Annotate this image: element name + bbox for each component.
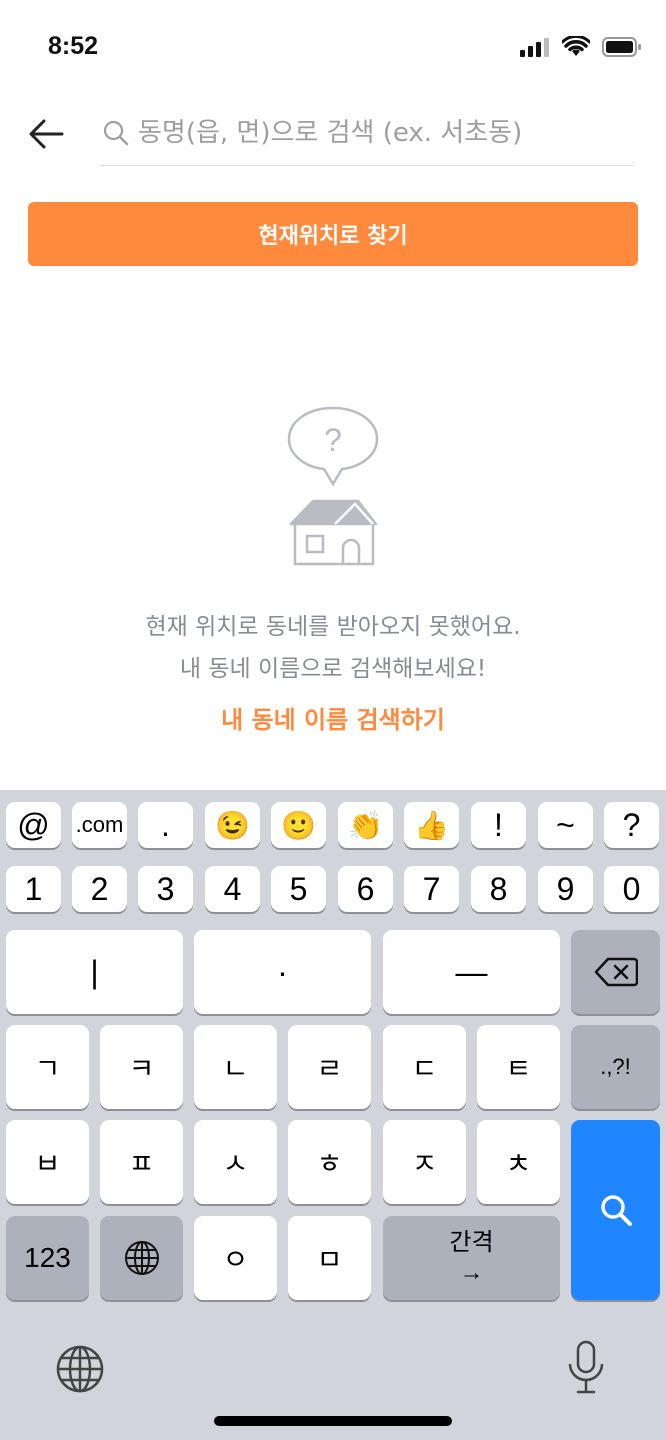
key-2[interactable]: 2 [72,866,127,912]
empty-state-line-2: 내 동네 이름으로 검색해보세요! [179,656,487,682]
search-key[interactable] [571,1120,660,1300]
back-button[interactable] [22,110,70,158]
key-vertical-bar[interactable]: | [6,930,183,1014]
globe-icon[interactable] [55,1344,105,1394]
house-question-icon: ? [287,406,379,566]
key-dot-com[interactable]: .com [72,802,127,848]
space-key[interactable]: 간격 → [383,1216,560,1300]
backspace-key[interactable] [571,930,660,1014]
key-smile-emoji[interactable]: 🙂 [271,802,326,848]
svg-text:?: ? [324,422,342,458]
key-3[interactable]: 3 [138,866,193,912]
key-wink-emoji[interactable]: 😉 [205,802,260,848]
key-tieut[interactable]: ㅌ [477,1025,560,1109]
space-key-arrow: → [459,1259,484,1286]
arrow-left-icon [29,119,64,149]
key-period[interactable]: . [138,802,193,848]
key-hieut[interactable]: ㅎ [288,1120,371,1204]
search-field[interactable] [100,100,634,166]
search-icon [600,1195,632,1226]
key-siot[interactable]: ㅅ [194,1120,277,1204]
cellular-signal-icon [520,38,549,57]
key-ieung[interactable]: ㅇ [194,1216,277,1300]
key-0[interactable]: 0 [604,866,659,912]
space-key-label: 간격 [449,1229,494,1256]
search-input[interactable] [138,117,634,148]
backspace-icon [594,957,638,987]
key-8[interactable]: 8 [471,866,526,912]
wifi-icon [562,36,590,56]
status-bar: 8:52 [0,0,666,96]
key-clap-emoji[interactable]: 👏 [338,802,393,848]
key-4[interactable]: 4 [205,866,260,912]
key-thumbs-up-emoji[interactable]: 👍 [404,802,459,848]
key-pieup[interactable]: ㅍ [100,1120,183,1204]
key-punctuation[interactable]: .,?! [571,1025,660,1109]
current-location-button[interactable]: 현재위치로 찾기 [28,202,638,266]
key-nieun[interactable]: ㄴ [194,1025,277,1109]
key-mieum[interactable]: ㅁ [288,1216,371,1300]
key-7[interactable]: 7 [404,866,459,912]
status-icons [520,36,642,58]
language-key[interactable] [100,1216,183,1300]
empty-state-message: 현재 위치로 동네를 받아오지 못했어요. 내 동네 이름으로 검색해보세요! [0,606,666,690]
key-bieup[interactable]: ㅂ [6,1120,89,1204]
home-indicator [214,1416,452,1426]
key-middle-dot[interactable]: · [194,930,371,1014]
key-chieut[interactable]: ㅊ [477,1120,560,1204]
numbers-key[interactable]: 123 [6,1216,89,1300]
status-time: 8:52 [48,32,99,60]
key-tilde[interactable]: ~ [538,802,593,848]
current-location-button-label: 현재위치로 찾기 [258,224,408,249]
key-6[interactable]: 6 [338,866,393,912]
key-exclamation[interactable]: ! [471,802,526,848]
empty-state-line-1: 현재 위치로 동네를 받아오지 못했어요. [145,614,521,640]
key-at[interactable]: @ [6,802,61,848]
key-9[interactable]: 9 [538,866,593,912]
battery-icon [602,37,641,57]
keyboard: @ .com . 😉 🙂 👏 👍 ! ~ ? 1 2 3 4 5 6 7 8 9… [0,790,666,1440]
key-kieuk[interactable]: ㅋ [100,1025,183,1109]
key-5[interactable]: 5 [271,866,326,912]
key-question[interactable]: ? [604,802,659,848]
key-digeut[interactable]: ㄷ [383,1025,466,1109]
search-my-neighborhood-link[interactable]: 내 동네 이름 검색하기 [0,700,666,735]
key-1[interactable]: 1 [6,866,61,912]
key-jieut[interactable]: ㅈ [383,1120,466,1204]
microphone-icon[interactable] [566,1340,606,1396]
key-dash[interactable]: — [383,930,560,1014]
key-rieul[interactable]: ㄹ [288,1025,371,1109]
key-giyeok[interactable]: ㄱ [6,1025,89,1109]
globe-icon [124,1241,159,1275]
search-icon [103,120,129,145]
